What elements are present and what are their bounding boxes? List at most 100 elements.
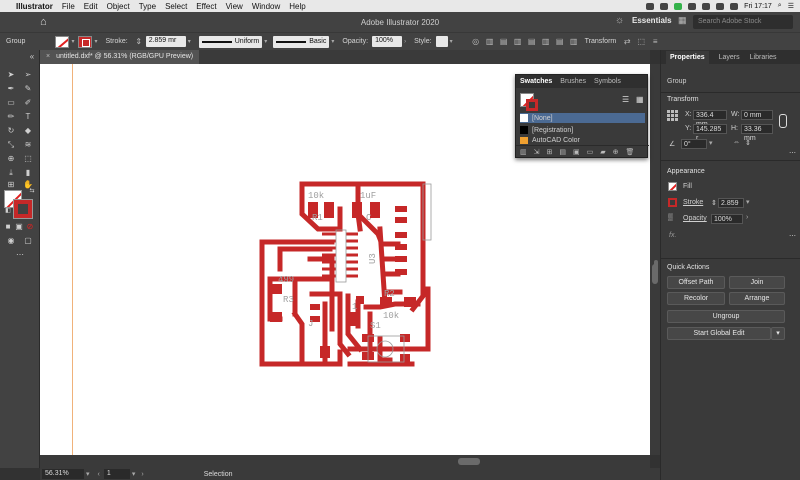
fill-swatch[interactable] <box>668 182 677 191</box>
swatch-stroke-preview[interactable] <box>526 99 538 111</box>
screen-mode-icon[interactable]: ▢ <box>22 236 34 246</box>
color-group-icon[interactable]: ▣ <box>573 148 580 156</box>
link-proportions-icon[interactable] <box>779 114 787 128</box>
start-global-edit-button[interactable]: Start Global Edit <box>667 327 771 340</box>
scale-tool-icon[interactable]: ⤡ <box>5 140 17 150</box>
global-edit-options-button[interactable]: ▾ <box>771 327 785 340</box>
rotate-tool-icon[interactable]: ↻ <box>5 126 17 136</box>
trash-icon[interactable]: 🗑 <box>626 148 635 156</box>
stepper-icon[interactable]: ⇕ <box>711 199 717 207</box>
swatch-row[interactable]: AutoCAD Color <box>520 137 645 144</box>
chevron-down-icon[interactable]: ▾ <box>331 38 334 45</box>
angle-field[interactable]: 0° <box>681 139 707 149</box>
pen-tool-icon[interactable]: ✒ <box>5 84 17 94</box>
chevron-down-icon[interactable]: ▾ <box>86 470 90 478</box>
stepper-icon[interactable]: ⇕ <box>134 37 144 47</box>
line-app-icon[interactable] <box>674 2 683 10</box>
chevron-right-icon[interactable]: › <box>404 39 406 45</box>
menu-type[interactable]: Type <box>139 2 156 11</box>
edit-toolbar-icon[interactable]: ⋯ <box>14 250 26 260</box>
pencil-tool-icon[interactable]: ✏ <box>5 112 17 122</box>
grid-view-icon[interactable]: ▦ <box>636 95 644 104</box>
align-icon[interactable]: ▥ <box>541 37 551 47</box>
rectangle-tool-icon[interactable]: ▭ <box>5 98 17 108</box>
menu-list-icon[interactable]: ☰ <box>788 2 794 10</box>
pad[interactable] <box>395 232 407 238</box>
arrange-documents-icon[interactable]: ▦ <box>678 15 687 26</box>
tab-brushes[interactable]: Brushes <box>560 78 586 85</box>
more-options-icon[interactable]: ⋯ <box>789 149 796 157</box>
pad[interactable] <box>370 202 380 218</box>
graph-tool-icon[interactable]: ▮ <box>22 168 34 178</box>
next-artboard-icon[interactable]: › <box>141 471 143 478</box>
close-icon[interactable]: × <box>46 53 50 61</box>
artboard-number-field[interactable]: 1 <box>103 469 130 479</box>
current-tool-status[interactable]: Selection <box>204 471 233 478</box>
new-swatch-icon[interactable]: ⊕ <box>613 148 619 156</box>
chevron-down-icon[interactable]: ▾ <box>132 470 136 478</box>
shape-builder-tool-icon[interactable]: ⊕ <box>5 154 17 164</box>
opacity-field[interactable]: 100% <box>711 214 743 224</box>
width-tool-icon[interactable]: ≋ <box>22 140 34 150</box>
stroke-color-box[interactable] <box>13 199 33 219</box>
chevron-down-icon[interactable]: ▾ <box>450 38 453 45</box>
align-icon[interactable]: ▤ <box>555 37 565 47</box>
menu-help[interactable]: Help <box>289 2 305 11</box>
chevron-right-icon[interactable]: › <box>746 214 748 221</box>
fill-swatch[interactable] <box>55 35 70 48</box>
pad[interactable] <box>324 202 334 218</box>
join-button[interactable]: Join <box>729 276 785 289</box>
pad[interactable] <box>320 346 330 358</box>
graphic-style-swatch[interactable] <box>435 36 448 47</box>
tab-swatches[interactable]: Swatches <box>520 78 552 85</box>
new-folder-icon[interactable]: ▰ <box>600 148 605 156</box>
menu-app[interactable]: Illustrator <box>16 2 53 11</box>
stroke-swatch[interactable] <box>78 35 93 48</box>
curvature-tool-icon[interactable]: ✎ <box>22 84 34 94</box>
ic-pins[interactable] <box>322 232 358 278</box>
ungroup-button[interactable]: Ungroup <box>667 310 785 323</box>
pad[interactable] <box>352 202 362 218</box>
horizontal-scrollbar[interactable] <box>40 455 650 468</box>
ic-left-pins[interactable] <box>322 232 336 278</box>
arrange-button[interactable]: Arrange <box>729 292 785 305</box>
lightbulb-icon[interactable]: ☼ <box>615 15 624 26</box>
reference-point-icon[interactable] <box>667 110 679 122</box>
flag-icon[interactable] <box>730 2 739 10</box>
swap-fill-stroke-icon[interactable]: ⇆ <box>26 186 38 196</box>
recolor-icon[interactable]: ◎ <box>471 37 481 47</box>
horizontal-scroll-thumb[interactable] <box>458 458 480 465</box>
search-stock-input[interactable]: Search Adobe Stock <box>693 15 793 29</box>
pad[interactable] <box>400 354 410 362</box>
workspace-switcher[interactable]: Essentials <box>632 16 672 25</box>
transform-button[interactable]: Transform <box>585 38 617 45</box>
chevron-down-icon[interactable]: ▾ <box>746 198 750 206</box>
pad[interactable] <box>404 297 416 307</box>
panel-menu-icon[interactable]: ≡ <box>650 37 660 47</box>
fill-label[interactable]: Fill <box>683 183 692 190</box>
type-tool-icon[interactable]: T <box>22 112 34 122</box>
pad[interactable] <box>395 244 407 250</box>
home-icon[interactable]: ⌂ <box>40 17 52 28</box>
offset-path-button[interactable]: Offset Path <box>667 276 725 289</box>
y-field[interactable]: 145.285 r <box>693 124 727 142</box>
fx-icon[interactable]: fx. <box>669 232 676 239</box>
isolate-icon[interactable]: ⬚ <box>636 37 646 47</box>
selection-tool-icon[interactable]: ➤ <box>5 70 17 80</box>
pad[interactable] <box>270 312 282 322</box>
opacity-label[interactable]: Opacity: <box>342 38 368 45</box>
menu-view[interactable]: View <box>226 2 243 11</box>
stroke-weight-field[interactable]: 2.859 mr <box>145 36 186 47</box>
artboard-tool-icon[interactable]: ⊞ <box>5 180 17 190</box>
tab-properties[interactable]: Properties <box>666 50 709 64</box>
zoom-field[interactable]: 56.31% <box>42 469 84 479</box>
flip-vertical-icon[interactable]: ⇕ <box>745 139 751 147</box>
menu-object[interactable]: Object <box>107 2 130 11</box>
status-app-icon[interactable] <box>688 2 697 10</box>
chevron-down-icon[interactable]: ▾ <box>71 38 74 45</box>
spotlight-icon[interactable]: ⌕ <box>778 2 782 10</box>
show-kinds-icon[interactable]: ⊞ <box>547 148 553 156</box>
more-options-icon[interactable]: ⋯ <box>789 232 796 240</box>
swatch-options-icon[interactable]: ▤ <box>559 148 566 156</box>
align-icon[interactable]: ▥ <box>569 37 579 47</box>
